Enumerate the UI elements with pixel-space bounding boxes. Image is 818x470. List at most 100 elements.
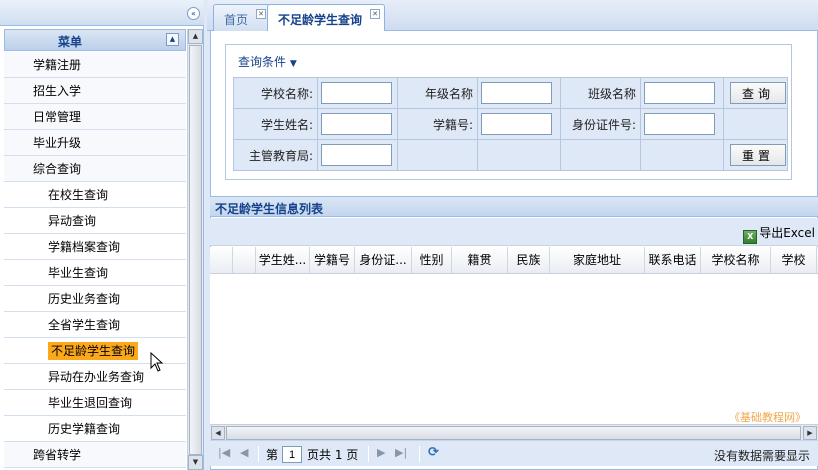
menu-item-label: 综合查询 (33, 162, 82, 176)
menu-item[interactable]: 跨省转学 (4, 442, 186, 468)
menu-item[interactable]: 历史学籍查询 (4, 416, 186, 442)
edu-bureau-label: 主管教育局: (233, 139, 318, 171)
grid-column-header[interactable]: 身份证... (355, 247, 412, 273)
last-page-icon[interactable]: ▶| (395, 446, 407, 459)
menu-item-label: 日常管理 (33, 110, 82, 124)
menu-scrollbar[interactable]: ▲ ▼ (187, 29, 203, 470)
close-tab-icon[interactable]: ✕ (370, 9, 381, 19)
empty-cell (723, 108, 788, 140)
menu-item[interactable]: 毕业生查询 (4, 260, 186, 286)
tab-bar: 首页 ✕ 不足龄学生查询 ✕ (207, 0, 818, 32)
menu-item[interactable]: 学籍注册 (4, 52, 186, 78)
school-name-input[interactable] (321, 82, 392, 104)
reset-button[interactable]: 重置 (730, 144, 786, 166)
grid-header: 学生姓... 学籍号 身份证... 性别 籍贯 民族 家庭地址 联系电话 学校名称 学校 (210, 247, 818, 274)
menu-item[interactable]: 毕业生退回查询 (4, 390, 186, 416)
student-name-input[interactable] (321, 113, 392, 135)
edu-bureau-input[interactable] (321, 144, 392, 166)
query-legend[interactable]: 查询条件 ▼ (234, 53, 301, 70)
grade-name-input[interactable] (481, 82, 552, 104)
collapse-left-icon[interactable]: « (187, 7, 200, 20)
scroll-down-icon[interactable]: ▼ (188, 455, 203, 470)
empty-cell (397, 139, 478, 171)
menu-list: 学籍注册招生入学日常管理毕业升级综合查询在校生查询异动查询学籍档案查询 毕业生查询… (4, 52, 186, 470)
query-legend-label: 查询条件 (238, 55, 287, 69)
grid-column-header[interactable]: 籍贯 (452, 247, 508, 273)
refresh-icon[interactable]: ⟳ (428, 445, 439, 460)
first-page-icon[interactable]: |◀ (218, 446, 230, 459)
menu-item[interactable]: 异动查询 (4, 208, 186, 234)
separator (368, 446, 369, 462)
grid-column-header[interactable]: 家庭地址 (550, 247, 645, 273)
menu-item-label: 毕业生查询 (48, 266, 109, 280)
menu-item-label: 不足龄学生查询 (48, 342, 139, 360)
close-tab-icon[interactable]: ✕ (256, 9, 267, 19)
export-excel-label: 导出Excel (759, 226, 815, 240)
menu-item-label: 学籍档案查询 (48, 240, 121, 254)
next-page-icon[interactable]: ▶ (377, 446, 385, 459)
student-id-label: 学籍号: (397, 108, 478, 140)
tab-underage-query[interactable]: 不足龄学生查询 ✕ (267, 4, 386, 32)
list-panel-title: 不足龄学生信息列表 (210, 196, 818, 217)
watermark: 《基础教程网》 (729, 411, 806, 424)
prev-page-icon[interactable]: ◀ (240, 446, 248, 459)
tab-home[interactable]: 首页 ✕ (213, 4, 272, 31)
menu-item[interactable]: 学籍档案查询 (4, 234, 186, 260)
scroll-thumb[interactable] (226, 426, 801, 440)
menu-item-label: 招生入学 (33, 84, 82, 98)
separator (419, 446, 420, 462)
grid-column-header[interactable]: 性别 (412, 247, 452, 273)
class-name-input[interactable] (644, 82, 715, 104)
id-card-input[interactable] (644, 113, 715, 135)
menu-item[interactable]: 历史业务查询 (4, 286, 186, 312)
mouse-pointer-icon (150, 352, 164, 372)
menu-item-label: 学籍注册 (33, 58, 82, 72)
scroll-right-icon[interactable]: ▶ (803, 426, 817, 440)
grid-column-header[interactable]: 民族 (508, 247, 550, 273)
search-button[interactable]: 查询 (730, 82, 786, 104)
left-panel-toolbar: « (0, 0, 204, 26)
right-panel: 首页 ✕ 不足龄学生查询 ✕ 查询条件 ▼ 学校名称: 年级名称 班级名称 查询… (207, 0, 818, 470)
collapse-arrow-icon[interactable]: ▼ (290, 59, 297, 69)
menu-item[interactable]: 在校生查询 (4, 182, 186, 208)
grid-column-blank[interactable] (210, 247, 233, 273)
export-excel-button[interactable]: X 导出Excel (743, 224, 815, 244)
scroll-up-icon[interactable]: ▲ (188, 29, 203, 44)
menu-item-label: 历史业务查询 (48, 292, 121, 306)
menu-header[interactable]: 菜单 ▲ (4, 29, 186, 51)
menu-collapse-icon[interactable]: ▲ (166, 33, 179, 46)
menu-item-label: 异动在办业务查询 (48, 370, 145, 384)
menu-item[interactable]: 毕业升级 (4, 130, 186, 156)
page-suffix: 页共 1 页 (307, 448, 359, 462)
grid-column-header[interactable]: 联系电话 (645, 247, 701, 273)
left-panel: « 菜单 ▲ 学籍注册招生入学日常管理毕业升级综合查询在校生查询异动查询学籍档案… (0, 0, 204, 470)
menu-item-label: 全省学生查询 (48, 318, 121, 332)
menu-item[interactable]: 综合查询 (4, 156, 186, 182)
class-name-label: 班级名称 (560, 77, 641, 109)
empty-cell (477, 139, 561, 171)
tab-home-label: 首页 (224, 13, 249, 27)
grid-horizontal-scrollbar[interactable]: ◀ ▶ (210, 424, 818, 440)
scroll-thumb[interactable] (189, 45, 202, 455)
grid-column-header[interactable]: 学籍号 (310, 247, 355, 273)
grid-column-header[interactable]: 学生姓... (256, 247, 310, 273)
paging-toolbar: |◀ ◀ 第 页共 1 页 ▶ ▶| ⟳ 没有数据需要显示 (210, 440, 818, 466)
grid-column-blank[interactable] (233, 247, 256, 273)
page-number-input[interactable] (282, 446, 302, 463)
menu-item-label: 毕业升级 (33, 136, 82, 150)
menu-item[interactable]: 招生入学 (4, 78, 186, 104)
grid-column-header[interactable]: 学校名称 (701, 247, 771, 273)
menu-item[interactable]: 日常管理 (4, 104, 186, 130)
menu-item[interactable]: 全省学生查询 (4, 312, 186, 338)
page-prefix: 第 (266, 448, 279, 462)
student-name-label: 学生姓名: (233, 108, 318, 140)
scroll-left-icon[interactable]: ◀ (211, 426, 225, 440)
student-id-input[interactable] (481, 113, 552, 135)
menu-item-label: 历史学籍查询 (48, 422, 121, 436)
grid-column-header[interactable]: 学校 (771, 247, 817, 273)
menu-item-label: 异动查询 (48, 214, 97, 228)
paging-status: 没有数据需要显示 (713, 449, 810, 463)
grade-name-label: 年级名称 (397, 77, 478, 109)
school-name-label: 学校名称: (233, 77, 318, 109)
empty-cell (640, 139, 724, 171)
